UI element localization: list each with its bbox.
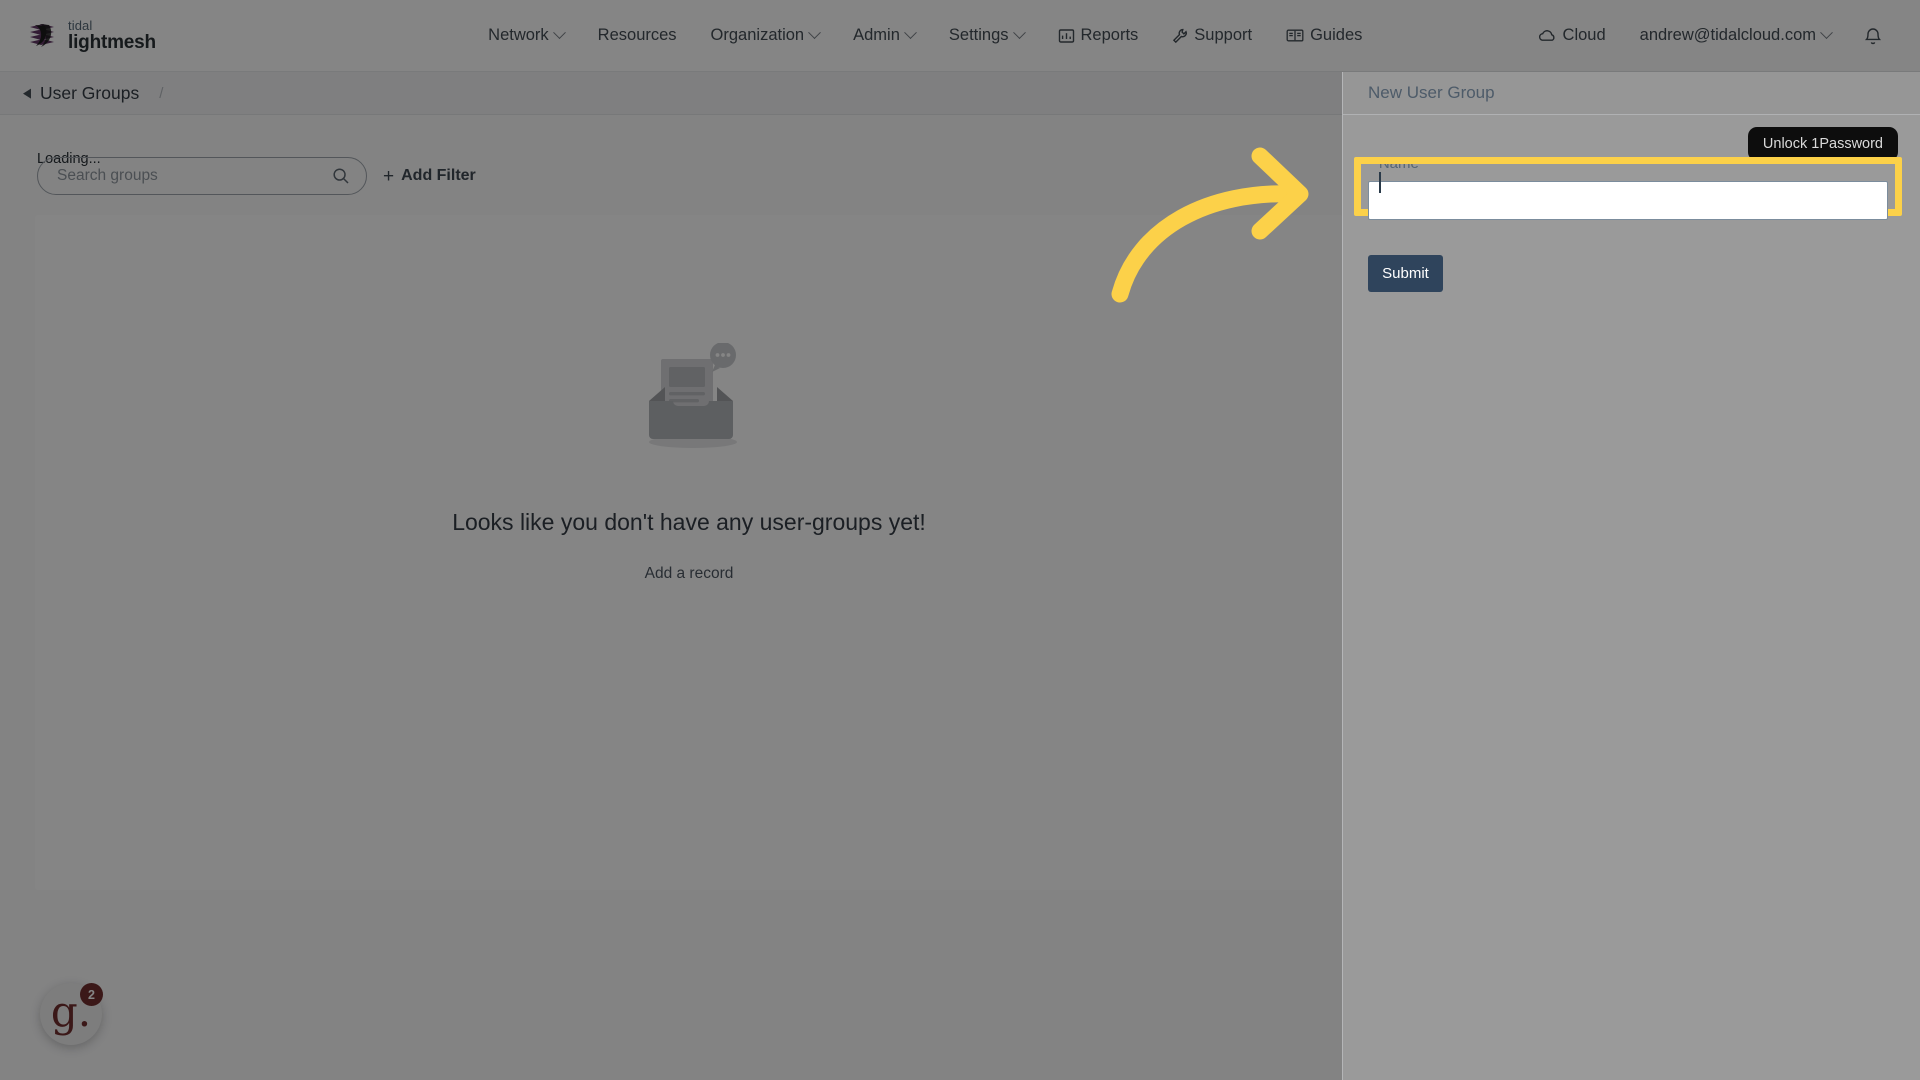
chat-support-widget[interactable]: g. 2	[40, 983, 103, 1045]
wrench-icon	[1172, 28, 1188, 44]
nav-item-admin[interactable]: Admin	[836, 18, 932, 53]
text-cursor	[1379, 172, 1381, 193]
user-email-label: andrew@tidalcloud.com	[1639, 26, 1816, 44]
chevron-down-icon	[904, 26, 917, 40]
nav-label: Guides	[1310, 26, 1363, 44]
drawer-header: New User Group	[1343, 72, 1920, 115]
nav-label: Organization	[710, 26, 805, 44]
chevron-down-icon	[1820, 26, 1833, 40]
search-input[interactable]	[57, 167, 332, 185]
add-filter-button[interactable]: + Add Filter	[383, 167, 476, 186]
nav-right-cluster: Cloud andrew@tidalcloud.com	[1521, 18, 1920, 54]
empty-state: Looks like you don't have any user-group…	[35, 342, 1343, 583]
chat-unread-badge: 2	[80, 983, 103, 1006]
submit-button[interactable]: Submit	[1368, 255, 1443, 292]
chevron-down-icon	[808, 26, 821, 40]
nav-item-support[interactable]: Support	[1155, 18, 1269, 53]
cloud-icon	[1538, 29, 1557, 43]
nav-label: Network	[488, 26, 549, 44]
brand-name-top: tidal	[68, 18, 93, 33]
nav-item-network[interactable]: Network	[471, 18, 581, 53]
nav-label: Cloud	[1562, 26, 1606, 44]
main-nav: Network Resources Organization Admin Set…	[330, 18, 1521, 53]
empty-inbox-icon	[631, 342, 747, 455]
new-user-group-drawer: New User Group Unlock 1Password * Name S…	[1342, 72, 1920, 1080]
plus-icon: +	[383, 165, 395, 187]
nav-item-guides[interactable]: Guides	[1269, 18, 1379, 53]
bar-chart-icon	[1058, 28, 1075, 44]
brand-wordmark: tidal lightmesh	[68, 19, 156, 52]
nav-item-settings[interactable]: Settings	[932, 18, 1041, 53]
add-a-record-link[interactable]: Add a record	[645, 565, 734, 583]
user-groups-table-card: Looks like you don't have any user-group…	[35, 215, 1343, 890]
name-input[interactable]	[1368, 181, 1888, 220]
empty-state-title: Looks like you don't have any user-group…	[452, 509, 926, 535]
user-account-menu[interactable]: andrew@tidalcloud.com	[1623, 18, 1848, 53]
book-icon	[1286, 28, 1304, 43]
nav-label: Settings	[948, 26, 1009, 44]
nav-item-organization[interactable]: Organization	[694, 18, 837, 53]
drawer-body: Unlock 1Password * Name Submit	[1343, 115, 1920, 292]
bell-icon	[1864, 26, 1882, 46]
nav-label: Admin	[853, 26, 900, 44]
chevron-down-icon	[1012, 26, 1026, 40]
top-navigation-bar: tidal lightmesh Network Resources Organi…	[0, 0, 1920, 72]
nav-item-cloud[interactable]: Cloud	[1521, 18, 1623, 53]
nav-label: Support	[1194, 26, 1253, 44]
stacked-layers-logo-icon	[27, 21, 57, 51]
nav-item-resources[interactable]: Resources	[581, 18, 694, 53]
search-icon[interactable]	[332, 167, 350, 185]
onepassword-tooltip: Unlock 1Password	[1747, 127, 1898, 161]
search-groups-box[interactable]	[37, 157, 367, 195]
chevron-down-icon	[552, 26, 566, 40]
brand-name-bottom: lightmesh	[68, 32, 156, 53]
notifications-button[interactable]	[1848, 18, 1898, 54]
nav-item-reports[interactable]: Reports	[1041, 18, 1156, 53]
add-filter-label: Add Filter	[401, 167, 476, 184]
required-marker: *	[1368, 155, 1374, 172]
name-label-text: Name	[1378, 155, 1419, 172]
app-root: tidal lightmesh Network Resources Organi…	[0, 0, 1920, 1080]
brand-logo[interactable]: tidal lightmesh	[0, 19, 330, 52]
breadcrumb-separator: /	[159, 84, 164, 102]
breadcrumb-title[interactable]: User Groups	[40, 83, 139, 104]
drawer-title: New User Group	[1368, 83, 1495, 102]
chevron-left-icon[interactable]: ◀	[23, 85, 31, 101]
nav-label: Resources	[597, 26, 677, 44]
nav-label: Reports	[1080, 26, 1139, 44]
list-toolbar: + Add Filter	[37, 157, 476, 195]
